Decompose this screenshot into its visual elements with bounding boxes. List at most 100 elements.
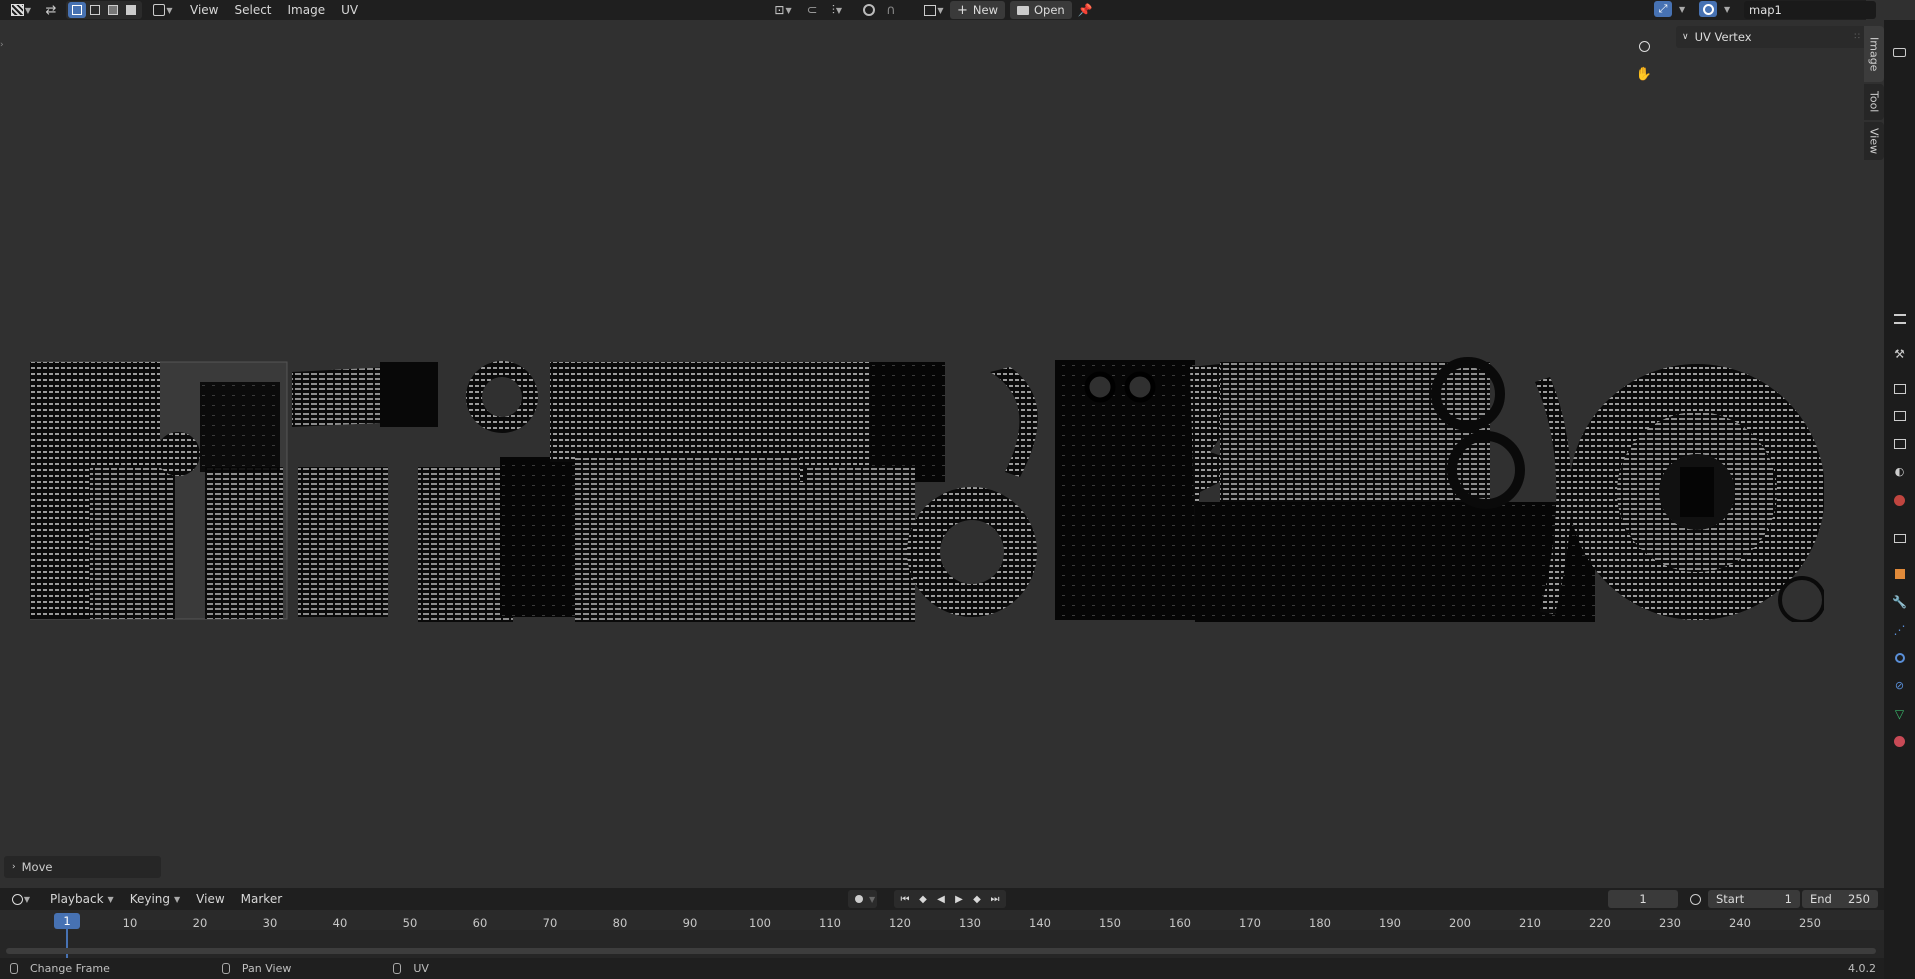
menu-view[interactable]: View [182, 1, 226, 19]
menu-select[interactable]: Select [226, 1, 279, 19]
pan-button[interactable]: ✋ [1632, 62, 1656, 86]
next-keyframe-icon: ◆ [973, 893, 981, 905]
menu-image[interactable]: Image [280, 1, 334, 19]
physics-icon[interactable] [1891, 649, 1908, 666]
expand-toolbar-arrow[interactable]: › [0, 40, 4, 50]
falloff-dropdown[interactable]: ∩ [880, 1, 902, 19]
proportional-editing-toggle[interactable] [860, 1, 878, 19]
end-frame-field[interactable]: End 250 [1802, 890, 1878, 908]
tab-image[interactable]: Image [1864, 26, 1884, 82]
timeline-menu-view[interactable]: View [188, 890, 232, 908]
image-icon [924, 4, 937, 16]
uv-map-name-field[interactable]: map1 [1744, 1, 1876, 19]
overlay-toggle[interactable] [1699, 1, 1717, 17]
timeline-editor-type[interactable]: ▼ [8, 890, 34, 908]
start-label: Start [1716, 892, 1745, 906]
constraints-icon[interactable]: ⊘ [1891, 677, 1908, 694]
edge-select-button[interactable] [86, 2, 104, 18]
tab-tool[interactable]: Tool [1864, 84, 1884, 120]
new-image-button[interactable]: + New [950, 1, 1005, 19]
uv-editor-icon [10, 4, 24, 16]
tool-icon[interactable]: ⚒ [1891, 345, 1908, 362]
last-operator-panel[interactable]: › Move [4, 856, 161, 878]
play-button[interactable]: ▶ [950, 891, 968, 907]
open-image-button[interactable]: Open [1010, 1, 1072, 19]
collection-icon[interactable] [1891, 530, 1908, 547]
start-frame-field[interactable]: Start 1 [1708, 890, 1800, 908]
pivot-dropdown[interactable]: ⊡ ▼ [769, 1, 797, 19]
status-bar: Change Frame Pan View UV 4.0.2 [0, 958, 1884, 979]
particles-icon[interactable]: ⋰ [1891, 621, 1908, 638]
frame-tick-label: 110 [819, 916, 841, 930]
output-icon[interactable] [1891, 407, 1908, 424]
zoom-button[interactable] [1632, 34, 1656, 58]
frame-tick-label: 120 [889, 916, 911, 930]
frame-tick-label: 100 [749, 916, 771, 930]
render-icon[interactable] [1891, 380, 1908, 397]
material-icon[interactable] [1891, 733, 1908, 750]
frame-tick-label: 170 [1239, 916, 1261, 930]
clock-icon [11, 893, 23, 905]
timeline-body[interactable]: 10 20 30 40 50 60 70 80 90 100 110 120 130 140 150 160 1… [0, 910, 1884, 958]
pin-image-toggle[interactable]: 📌 [1076, 1, 1094, 19]
object-icon[interactable] [1891, 565, 1908, 582]
frame-tick-label: 20 [192, 916, 208, 930]
jump-end-icon: ⏭ [990, 893, 1000, 905]
sticky-selection-dropdown[interactable]: ▼ [148, 1, 178, 19]
island-select-button[interactable] [122, 2, 140, 18]
frame-tick-label: 30 [262, 916, 278, 930]
timeline-scrollbar[interactable] [6, 948, 1876, 954]
uv-vertex-panel-header[interactable]: ∨ UV Vertex ∷ [1676, 26, 1866, 48]
play-reverse-icon: ◀ [937, 893, 945, 905]
auto-keying-toggle[interactable] [850, 891, 868, 907]
frame-tick-label: 200 [1449, 916, 1471, 930]
menu-playback[interactable]: Playback ▼ [42, 890, 122, 908]
menu-marker[interactable]: Marker [233, 890, 290, 908]
menu-uv[interactable]: UV [333, 1, 366, 19]
modifier-icon[interactable]: 🔧 [1891, 593, 1908, 610]
sync-selection-toggle[interactable]: ⇄ [42, 2, 60, 18]
scene-icon[interactable]: ◐ [1891, 463, 1908, 480]
jump-start-button[interactable]: ⏮ [896, 891, 914, 907]
chevron-down-icon: ▼ [835, 5, 843, 15]
uv-editor-viewport[interactable]: › ✋ [0, 20, 1866, 885]
snap-target-dropdown[interactable]: ⫶ ▼ [822, 1, 852, 19]
playhead-marker[interactable]: 1 [54, 913, 80, 929]
jump-end-button[interactable]: ⏭ [986, 891, 1004, 907]
drag-handle-icon[interactable]: ∷ [1854, 32, 1860, 42]
editor-type-dropdown[interactable]: ▼ [4, 1, 38, 19]
view-layer-icon[interactable] [1891, 435, 1908, 452]
chevron-down-icon[interactable]: ▼ [1679, 5, 1685, 14]
chevron-down-icon[interactable]: ▼ [869, 895, 875, 904]
properties-editor-icon[interactable] [1891, 310, 1908, 327]
new-image-label: New [972, 3, 998, 17]
menu-keying[interactable]: Keying ▼ [122, 890, 188, 908]
data-icon[interactable]: ▽ [1891, 705, 1908, 722]
uv-islands-layout[interactable] [29, 342, 1826, 624]
tab-view[interactable]: View [1864, 122, 1884, 160]
use-preview-range-toggle[interactable] [1686, 890, 1704, 908]
gizmo-icon: ⤢ [1658, 2, 1668, 15]
current-frame-field[interactable]: 1 [1608, 890, 1678, 908]
next-keyframe-button[interactable]: ◆ [968, 891, 986, 907]
frame-tick-label: 90 [682, 916, 698, 930]
snap-toggle[interactable]: ⊂ [803, 1, 821, 19]
playback-controls: ⏮ ◆ ◀ ▶ ◆ ⏭ [894, 890, 1006, 908]
hint-uv: UV [413, 962, 429, 975]
zoom-icon [1638, 40, 1650, 52]
vertex-select-button[interactable] [68, 2, 86, 18]
frame-tick-label: 240 [1729, 916, 1751, 930]
mouse-left-icon [10, 963, 18, 974]
camera-icon[interactable] [1891, 44, 1908, 61]
pivot-icon: ⊡ [774, 3, 785, 17]
chevron-down-icon[interactable]: ▼ [1724, 5, 1730, 14]
play-reverse-button[interactable]: ◀ [932, 891, 950, 907]
image-browse-dropdown[interactable]: ▼ [920, 1, 948, 19]
face-select-button[interactable] [104, 2, 122, 18]
world-icon[interactable] [1891, 492, 1908, 509]
frame-tick-label: 230 [1659, 916, 1681, 930]
prev-keyframe-button[interactable]: ◆ [914, 891, 932, 907]
chevron-right-icon: › [12, 862, 16, 872]
gizmo-toggle[interactable]: ⤢ [1654, 1, 1672, 17]
hint-change-frame: Change Frame [30, 962, 110, 975]
